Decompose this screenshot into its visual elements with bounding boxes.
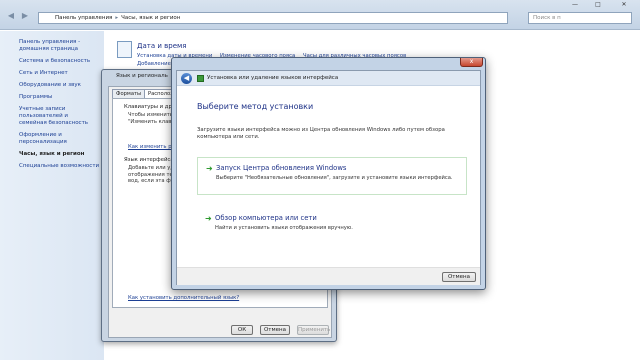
option-windows-update[interactable]: ➜ Запуск Центра обновления Windows Выбер… <box>197 157 467 195</box>
breadcrumb-control-panel[interactable]: Панель управления <box>55 15 112 21</box>
tab-formats[interactable]: Форматы <box>112 89 146 98</box>
title-nav-bar: — □ ✕ ◀ ▶ Панель управления ▸ Часы, язык и… <box>0 0 640 30</box>
option-subtitle: Выберите "Необязательные обновления", за… <box>216 175 453 181</box>
sidebar-item-programs[interactable]: Программы <box>19 94 104 101</box>
sidebar-item-user-accounts[interactable]: Учетные записи пользователей и семейная … <box>19 106 91 127</box>
wizard-content: ◀ Установка или удаление языков интерфей… <box>176 70 481 285</box>
region-dialog-title: Язык и региональ <box>116 73 168 79</box>
back-arrow-icon[interactable]: ◀ <box>181 73 192 84</box>
forward-nav-icon[interactable]: ▶ <box>20 11 30 21</box>
install-language-link[interactable]: Как установить дополнительный язык? <box>128 295 239 301</box>
sidebar-item-hardware[interactable]: Оборудование и звук <box>19 82 104 89</box>
apply-button[interactable]: Применить <box>297 325 330 335</box>
sidebar-item-network[interactable]: Сеть и Интернет <box>19 70 104 77</box>
sidebar: Панель управления - домашняя страница Си… <box>0 31 104 360</box>
sidebar-item-system-security[interactable]: Система и безопасность <box>19 58 104 65</box>
green-arrow-icon: ➜ <box>205 214 212 223</box>
wizard-description: Загрузите языки интерфейса можно из Цент… <box>197 127 445 140</box>
back-nav-icon[interactable]: ◀ <box>6 11 16 21</box>
breadcrumb-clock-region[interactable]: Часы, язык и регион <box>121 15 180 21</box>
search-input[interactable]: Поиск в п <box>528 12 632 24</box>
wizard-window-title: Установка или удаление языков интерфейса <box>207 75 339 81</box>
display-language-group-title: Язык интерфейса <box>124 157 174 163</box>
sidebar-item-home[interactable]: Панель управления - домашняя страница <box>19 39 81 53</box>
sidebar-item-clock-region[interactable]: Часы, язык и регион <box>19 151 104 158</box>
option-subtitle: Найти и установить языки отображения вру… <box>215 225 353 231</box>
link-add-gadget[interactable]: Добавление <box>137 61 171 67</box>
ok-button[interactable]: ОК <box>231 325 253 335</box>
wizard-footer: Отмена <box>177 267 480 285</box>
sidebar-item-appearance[interactable]: Оформление и персонализация <box>19 132 79 146</box>
breadcrumb-separator-icon: ▸ <box>115 15 119 21</box>
green-arrow-icon: ➜ <box>206 164 213 173</box>
sidebar-item-accessibility[interactable]: Специальные возможности <box>19 163 104 170</box>
wizard-header: ◀ Установка или удаление языков интерфей… <box>177 71 480 86</box>
wizard-cancel-button[interactable]: Отмена <box>442 272 476 282</box>
section-title-date-time[interactable]: Дата и время <box>137 42 187 50</box>
option-title: Запуск Центра обновления Windows <box>216 164 347 172</box>
option-browse-computer[interactable]: ➜ Обзор компьютера или сети Найти и уста… <box>197 208 467 246</box>
maximize-button[interactable]: □ <box>588 0 608 10</box>
language-icon <box>197 75 204 82</box>
address-bar[interactable]: Панель управления ▸ Часы, язык и регион <box>38 12 508 24</box>
wizard-close-button[interactable]: x <box>460 58 483 67</box>
wizard-heading: Выберите метод установки <box>197 102 314 111</box>
cancel-button[interactable]: Отмена <box>260 325 290 335</box>
install-language-wizard: x ◀ Установка или удаление языков интерф… <box>171 57 486 290</box>
window-close-button[interactable]: ✕ <box>611 0 637 10</box>
clock-icon <box>117 41 132 58</box>
keyboards-group-title: Клавиатуры и друг <box>124 104 178 110</box>
option-title: Обзор компьютера или сети <box>215 214 317 222</box>
minimize-button[interactable]: — <box>565 0 585 10</box>
